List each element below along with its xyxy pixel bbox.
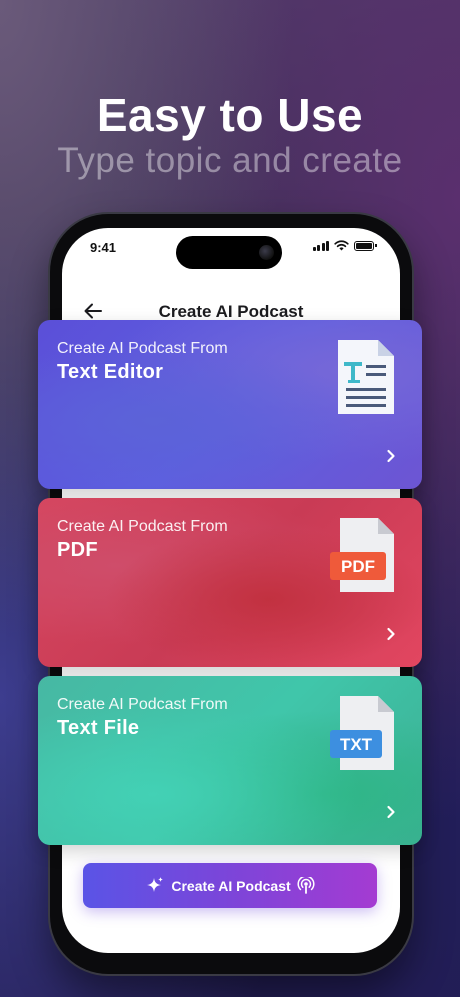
chevron-right-icon (387, 627, 395, 641)
card-title: Text File (57, 717, 140, 739)
card-eyebrow: Create AI Podcast From (57, 340, 228, 357)
create-from-text-editor-card[interactable]: Create AI Podcast From Text Editor (38, 320, 422, 489)
pdf-document-icon: PDF (330, 518, 394, 592)
chevron-right-icon (387, 449, 395, 463)
card-title: PDF (57, 539, 98, 561)
wifi-icon (334, 240, 349, 251)
create-from-pdf-card[interactable]: Create AI Podcast From PDF PDF (38, 498, 422, 667)
signal-icon (312, 240, 329, 251)
sparkle-icon (147, 876, 164, 892)
promo-headline: Easy to Use (96, 89, 364, 141)
card-eyebrow: Create AI Podcast From (57, 518, 228, 535)
create-ai-podcast-button[interactable]: Create AI Podcast (83, 863, 377, 908)
podcast-icon (297, 876, 315, 894)
dynamic-island (176, 236, 282, 269)
status-icons (312, 240, 377, 251)
pdf-badge-text: PDF (341, 557, 375, 576)
txt-document-icon: TXT (330, 696, 394, 770)
card-title: Text Editor (57, 361, 164, 383)
create-from-text-file-card[interactable]: Create AI Podcast From Text File TXT (38, 676, 422, 845)
promo-subheadline: Type topic and create (57, 141, 403, 180)
chevron-right-icon (387, 805, 395, 819)
txt-badge-text: TXT (340, 735, 373, 754)
camera-icon (259, 245, 274, 260)
page-title: Create AI Podcast (158, 302, 304, 321)
card-eyebrow: Create AI Podcast From (57, 696, 228, 713)
cta-label: Create AI Podcast (171, 877, 291, 894)
status-time: 9:41 (90, 240, 117, 255)
text-editor-document-icon (338, 340, 394, 414)
battery-icon (354, 240, 377, 251)
